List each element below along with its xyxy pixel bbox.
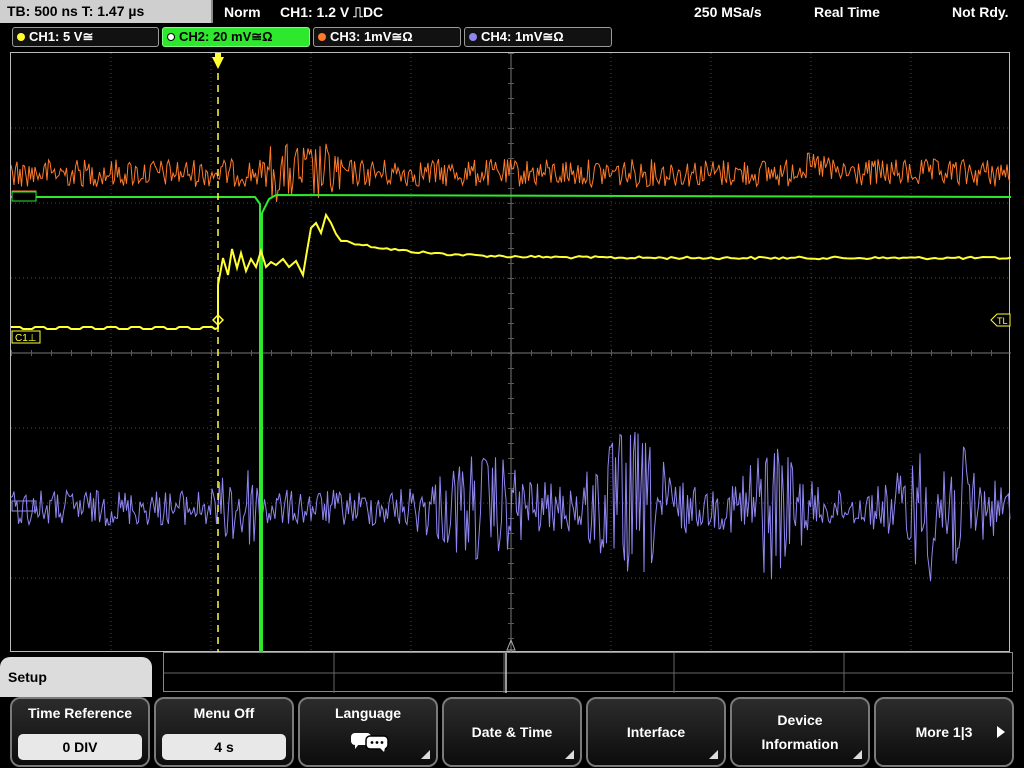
trigger-level-marker: TL xyxy=(997,316,1008,326)
channel-label: CH2: 20 mV≅Ω xyxy=(179,29,273,44)
time-reference-button[interactable]: Time Reference 0 DIV xyxy=(10,697,150,767)
submenu-indicator-icon xyxy=(709,750,718,759)
softkey-label: Menu Off xyxy=(193,705,255,721)
waveform-canvas: C1⊥ TL xyxy=(11,53,1011,653)
ch4-color-icon xyxy=(469,33,477,41)
softkey-label: Device Information xyxy=(761,712,839,752)
device-information-button[interactable]: Device Information xyxy=(730,697,870,767)
acquisition-state: Not Rdy. xyxy=(952,4,1009,20)
channel-label: CH3: 1mV≅Ω xyxy=(330,29,413,44)
menu-title-setup: Setup xyxy=(0,657,152,697)
timebase-readout[interactable]: TB: 500 ns T: 1.47 µs xyxy=(0,0,213,23)
interface-button[interactable]: Interface xyxy=(586,697,726,767)
trigger-source[interactable]: CH1: 1.2 V ⎍DC xyxy=(280,0,383,24)
channel-tab-ch3[interactable]: CH3: 1mV≅Ω xyxy=(313,27,461,47)
sample-rate: 250 MSa/s xyxy=(694,4,762,20)
acquisition-mode[interactable]: Real Time xyxy=(814,0,880,24)
submenu-indicator-icon xyxy=(565,750,574,759)
zoom-overview-canvas xyxy=(164,653,1014,693)
ch3-color-icon xyxy=(318,33,326,41)
speech-bubbles-icon xyxy=(351,733,389,752)
time-reference-value: 0 DIV xyxy=(18,734,142,760)
play-arrow-icon xyxy=(997,726,1005,738)
menu-off-value: 4 s xyxy=(162,734,286,760)
more-button[interactable]: More 1|3 xyxy=(874,697,1014,767)
menu-off-button[interactable]: Menu Off 4 s xyxy=(154,697,294,767)
channel-tab-ch1[interactable]: CH1: 5 V≅ xyxy=(12,27,159,47)
channel-label: CH1: 5 V≅ xyxy=(29,29,94,44)
softkey-label: Date & Time xyxy=(471,724,553,740)
channel-tab-ch2[interactable]: CH2: 20 mV≅Ω xyxy=(162,27,310,47)
softkey-label: More 1|3 xyxy=(915,724,973,740)
softkey-label: Interface xyxy=(626,724,686,740)
submenu-indicator-icon xyxy=(853,750,862,759)
ch1-offset-marker: C1⊥ xyxy=(15,333,37,344)
submenu-indicator-icon xyxy=(421,750,430,759)
channel-tab-ch4[interactable]: CH4: 1mV≅Ω xyxy=(464,27,612,47)
language-button[interactable]: Language xyxy=(298,697,438,767)
waveform-display[interactable]: C1⊥ TL xyxy=(10,52,1011,653)
softkey-label: Language xyxy=(334,705,402,721)
channel-label: CH4: 1mV≅Ω xyxy=(481,29,564,44)
ch1-color-icon xyxy=(17,33,25,41)
trigger-position-icon xyxy=(212,57,224,69)
trigger-mode[interactable]: Norm xyxy=(224,0,261,24)
zoom-overview-strip xyxy=(163,652,1014,693)
date-time-button[interactable]: Date & Time xyxy=(442,697,582,767)
ch2-color-icon xyxy=(167,33,175,41)
trigger-position-cap-icon xyxy=(215,53,221,57)
softkey-label: Time Reference xyxy=(27,705,132,721)
